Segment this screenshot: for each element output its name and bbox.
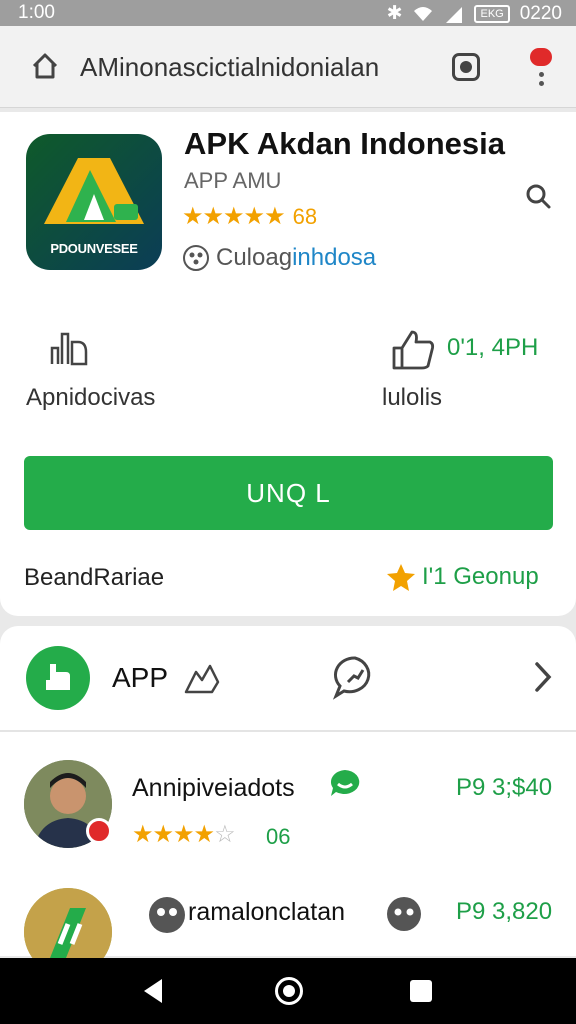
notification-badge — [530, 48, 552, 66]
app-badge[interactable] — [26, 646, 90, 710]
developer-name: Culoag — [216, 244, 293, 271]
status-time: 1:00 — [18, 2, 55, 23]
system-nav-bar — [0, 958, 576, 1024]
reviews-card: APP Annipiveiadots P9 3;$40 ★★★★☆ 06 ram… — [0, 626, 576, 976]
star-badge-icon — [387, 564, 415, 591]
rating-row: ★★★★★ 68 — [182, 202, 317, 231]
app-icon: PDOUNVESEE — [26, 134, 162, 270]
group-link[interactable]: I'1 Geonup — [386, 562, 539, 592]
robot-icon[interactable] — [386, 896, 422, 932]
chevron-right-icon[interactable] — [532, 660, 554, 694]
thumbs-up-icon — [392, 330, 435, 370]
developer-link[interactable]: Culoag inhdosa — [182, 244, 376, 272]
rating-stars: ★★★★★ — [182, 203, 286, 230]
tabs-icon[interactable] — [452, 53, 480, 81]
signal-icon — [446, 6, 463, 23]
search-icon[interactable] — [524, 182, 552, 210]
recent-apps-icon[interactable] — [410, 980, 432, 1002]
app-details-card: PDOUNVESEE APK Akdan Indonesia APP AMU ★… — [0, 112, 576, 616]
list-item[interactable]: Annipiveiadots P9 3;$40 ★★★★☆ 06 — [0, 760, 576, 870]
stat-left-label: Apnidocivas — [26, 384, 156, 411]
overflow-menu-icon[interactable] — [530, 48, 552, 88]
stat-right-label: lulolis — [382, 384, 443, 411]
back-icon[interactable] — [144, 979, 162, 1003]
online-badge — [86, 818, 112, 844]
message-icon[interactable] — [328, 768, 362, 798]
install-button[interactable]: UNQ L — [24, 456, 553, 530]
reviewer-name: Annipiveiadots — [132, 774, 295, 802]
wifi-icon — [414, 6, 433, 21]
chat-icon[interactable] — [332, 654, 378, 700]
address-field[interactable]: AMinonascictialnidonialan — [80, 52, 440, 83]
browser-url-bar: AMinonascictialnidonialan — [0, 26, 576, 108]
home-icon[interactable] — [30, 51, 60, 81]
status-icons: ✱ EKG 0220 — [387, 2, 562, 25]
home-button-icon[interactable] — [275, 977, 303, 1005]
developer-domain: inhdosa — [292, 244, 377, 271]
rating-value: 68 — [292, 203, 318, 229]
review-price: P9 3;$40 — [456, 774, 553, 801]
download-hand-icon — [46, 664, 70, 690]
app-subtitle: APP AMU — [184, 168, 282, 193]
status-clock: 0220 — [519, 2, 562, 24]
review-price: P9 3,820 — [456, 898, 553, 925]
bar-chart-icon — [50, 332, 88, 366]
reviewer-name: ramalonclatan — [188, 898, 346, 926]
developer-icon — [183, 245, 209, 271]
divider — [0, 730, 576, 732]
group-link-label: I'1 Geonup — [422, 563, 539, 590]
category-label: BeandRariae — [24, 564, 165, 591]
reviewer-avatar-icon — [149, 897, 185, 933]
review-count: 06 — [266, 824, 291, 849]
status-bar: 1:00 ✱ EKG 0220 — [0, 0, 576, 26]
app-icon-caption: PDOUNVESEE — [50, 241, 138, 256]
stat-right-value: 0'1, 4PH — [447, 334, 539, 361]
wave-hand-icon[interactable] — [182, 662, 222, 696]
battery-icon: EKG — [474, 4, 510, 23]
section-label: APP — [112, 662, 169, 693]
app-title: APK Akdan Indonesia — [184, 126, 505, 161]
review-stars: ★★★★☆ — [132, 821, 236, 848]
bluetooth-icon: ✱ — [386, 3, 403, 24]
